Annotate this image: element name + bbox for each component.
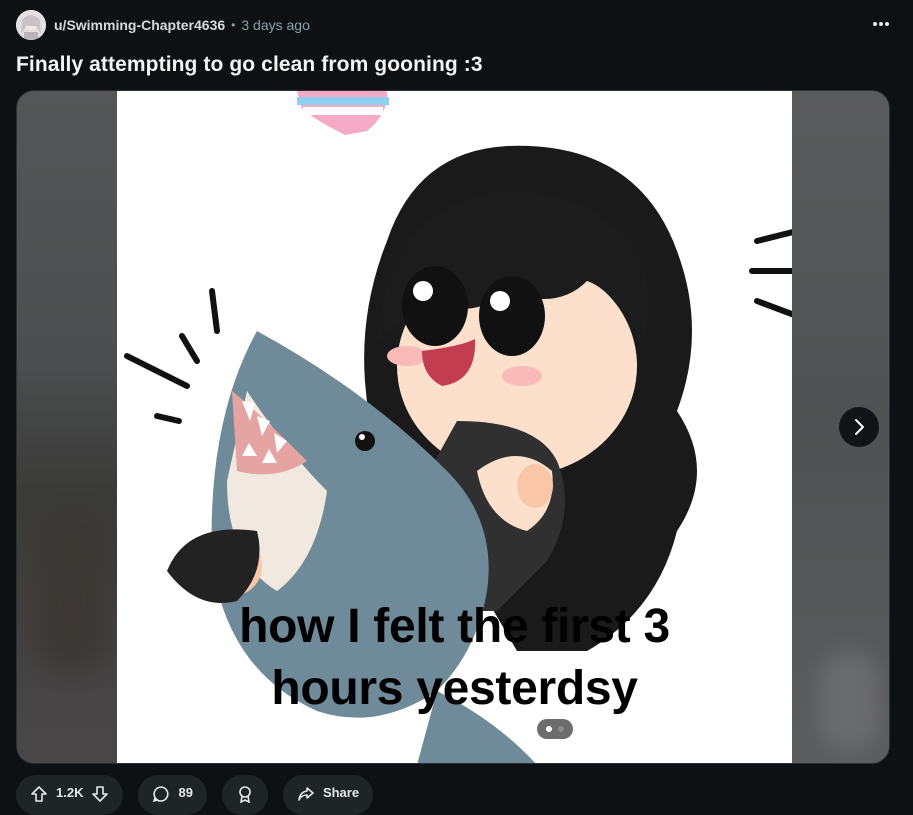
media-gallery[interactable]: how I felt the first 3 hours yesterdsy [16,90,890,764]
pagination-dot[interactable] [558,726,564,732]
post-timestamp: 3 days ago [241,17,310,33]
heart-icon [297,91,389,135]
share-label: Share [322,785,360,800]
comment-count: 89 [178,785,193,800]
award-button[interactable] [221,775,268,815]
vote-count: 1.2K [56,785,84,800]
author-link[interactable]: u/Swimming-Chapter4636 [54,17,225,33]
post-image[interactable]: how I felt the first 3 hours yesterdsy [117,91,792,763]
caption-line-2: hours yesterdsy [271,662,638,715]
award-icon [239,786,251,803]
post-title[interactable]: Finally attempting to go clean from goon… [16,53,483,77]
chevron-right-icon [855,419,864,435]
avatar[interactable] [16,10,46,40]
comment-icon [153,786,170,803]
downvote-icon[interactable] [91,785,109,803]
meta-separator: • [231,18,236,32]
share-icon [298,787,314,801]
ellipsis-icon[interactable] [871,14,891,34]
comments-button[interactable]: 89 [138,775,207,815]
blurred-background-left [17,91,117,763]
vote-control: 1.2K [16,775,124,815]
pagination-dot-active[interactable] [546,726,552,732]
image-caption: how I felt the first 3 hours yesterdsy [117,596,792,720]
share-button[interactable]: Share [282,775,374,815]
gallery-pagination [537,719,573,739]
post-actions: 1.2K 89 Share [16,775,374,815]
next-image-button[interactable] [839,407,879,447]
caption-line-1: how I felt the first 3 [239,600,670,653]
upvote-icon[interactable] [30,785,48,803]
post-meta: u/Swimming-Chapter4636 • 3 days ago [16,10,310,40]
